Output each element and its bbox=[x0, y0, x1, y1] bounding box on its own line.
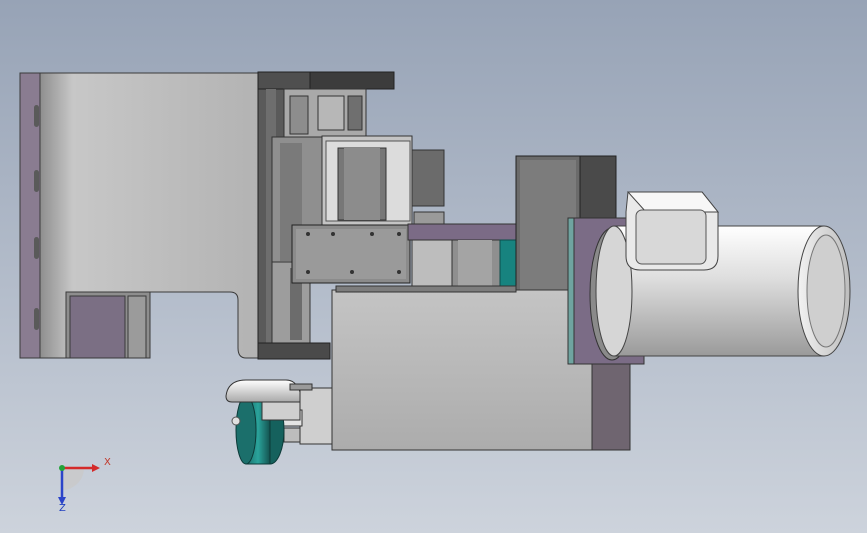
stepper-motor-upper[interactable] bbox=[321, 135, 445, 227]
triad-axes-icon bbox=[58, 464, 100, 505]
coordinate-triad: X Z bbox=[44, 450, 124, 520]
cnc-grinder-assembly-model[interactable] bbox=[0, 0, 867, 533]
z-axis-label: Z bbox=[59, 503, 66, 514]
cad-viewport[interactable]: X Z bbox=[0, 0, 867, 533]
electric-motor[interactable] bbox=[595, 191, 851, 357]
carriage-plate[interactable] bbox=[291, 224, 411, 284]
x-axis-label: X bbox=[104, 457, 111, 468]
purple-connector-plate[interactable] bbox=[407, 223, 519, 241]
mounting-plate[interactable] bbox=[19, 72, 259, 359]
